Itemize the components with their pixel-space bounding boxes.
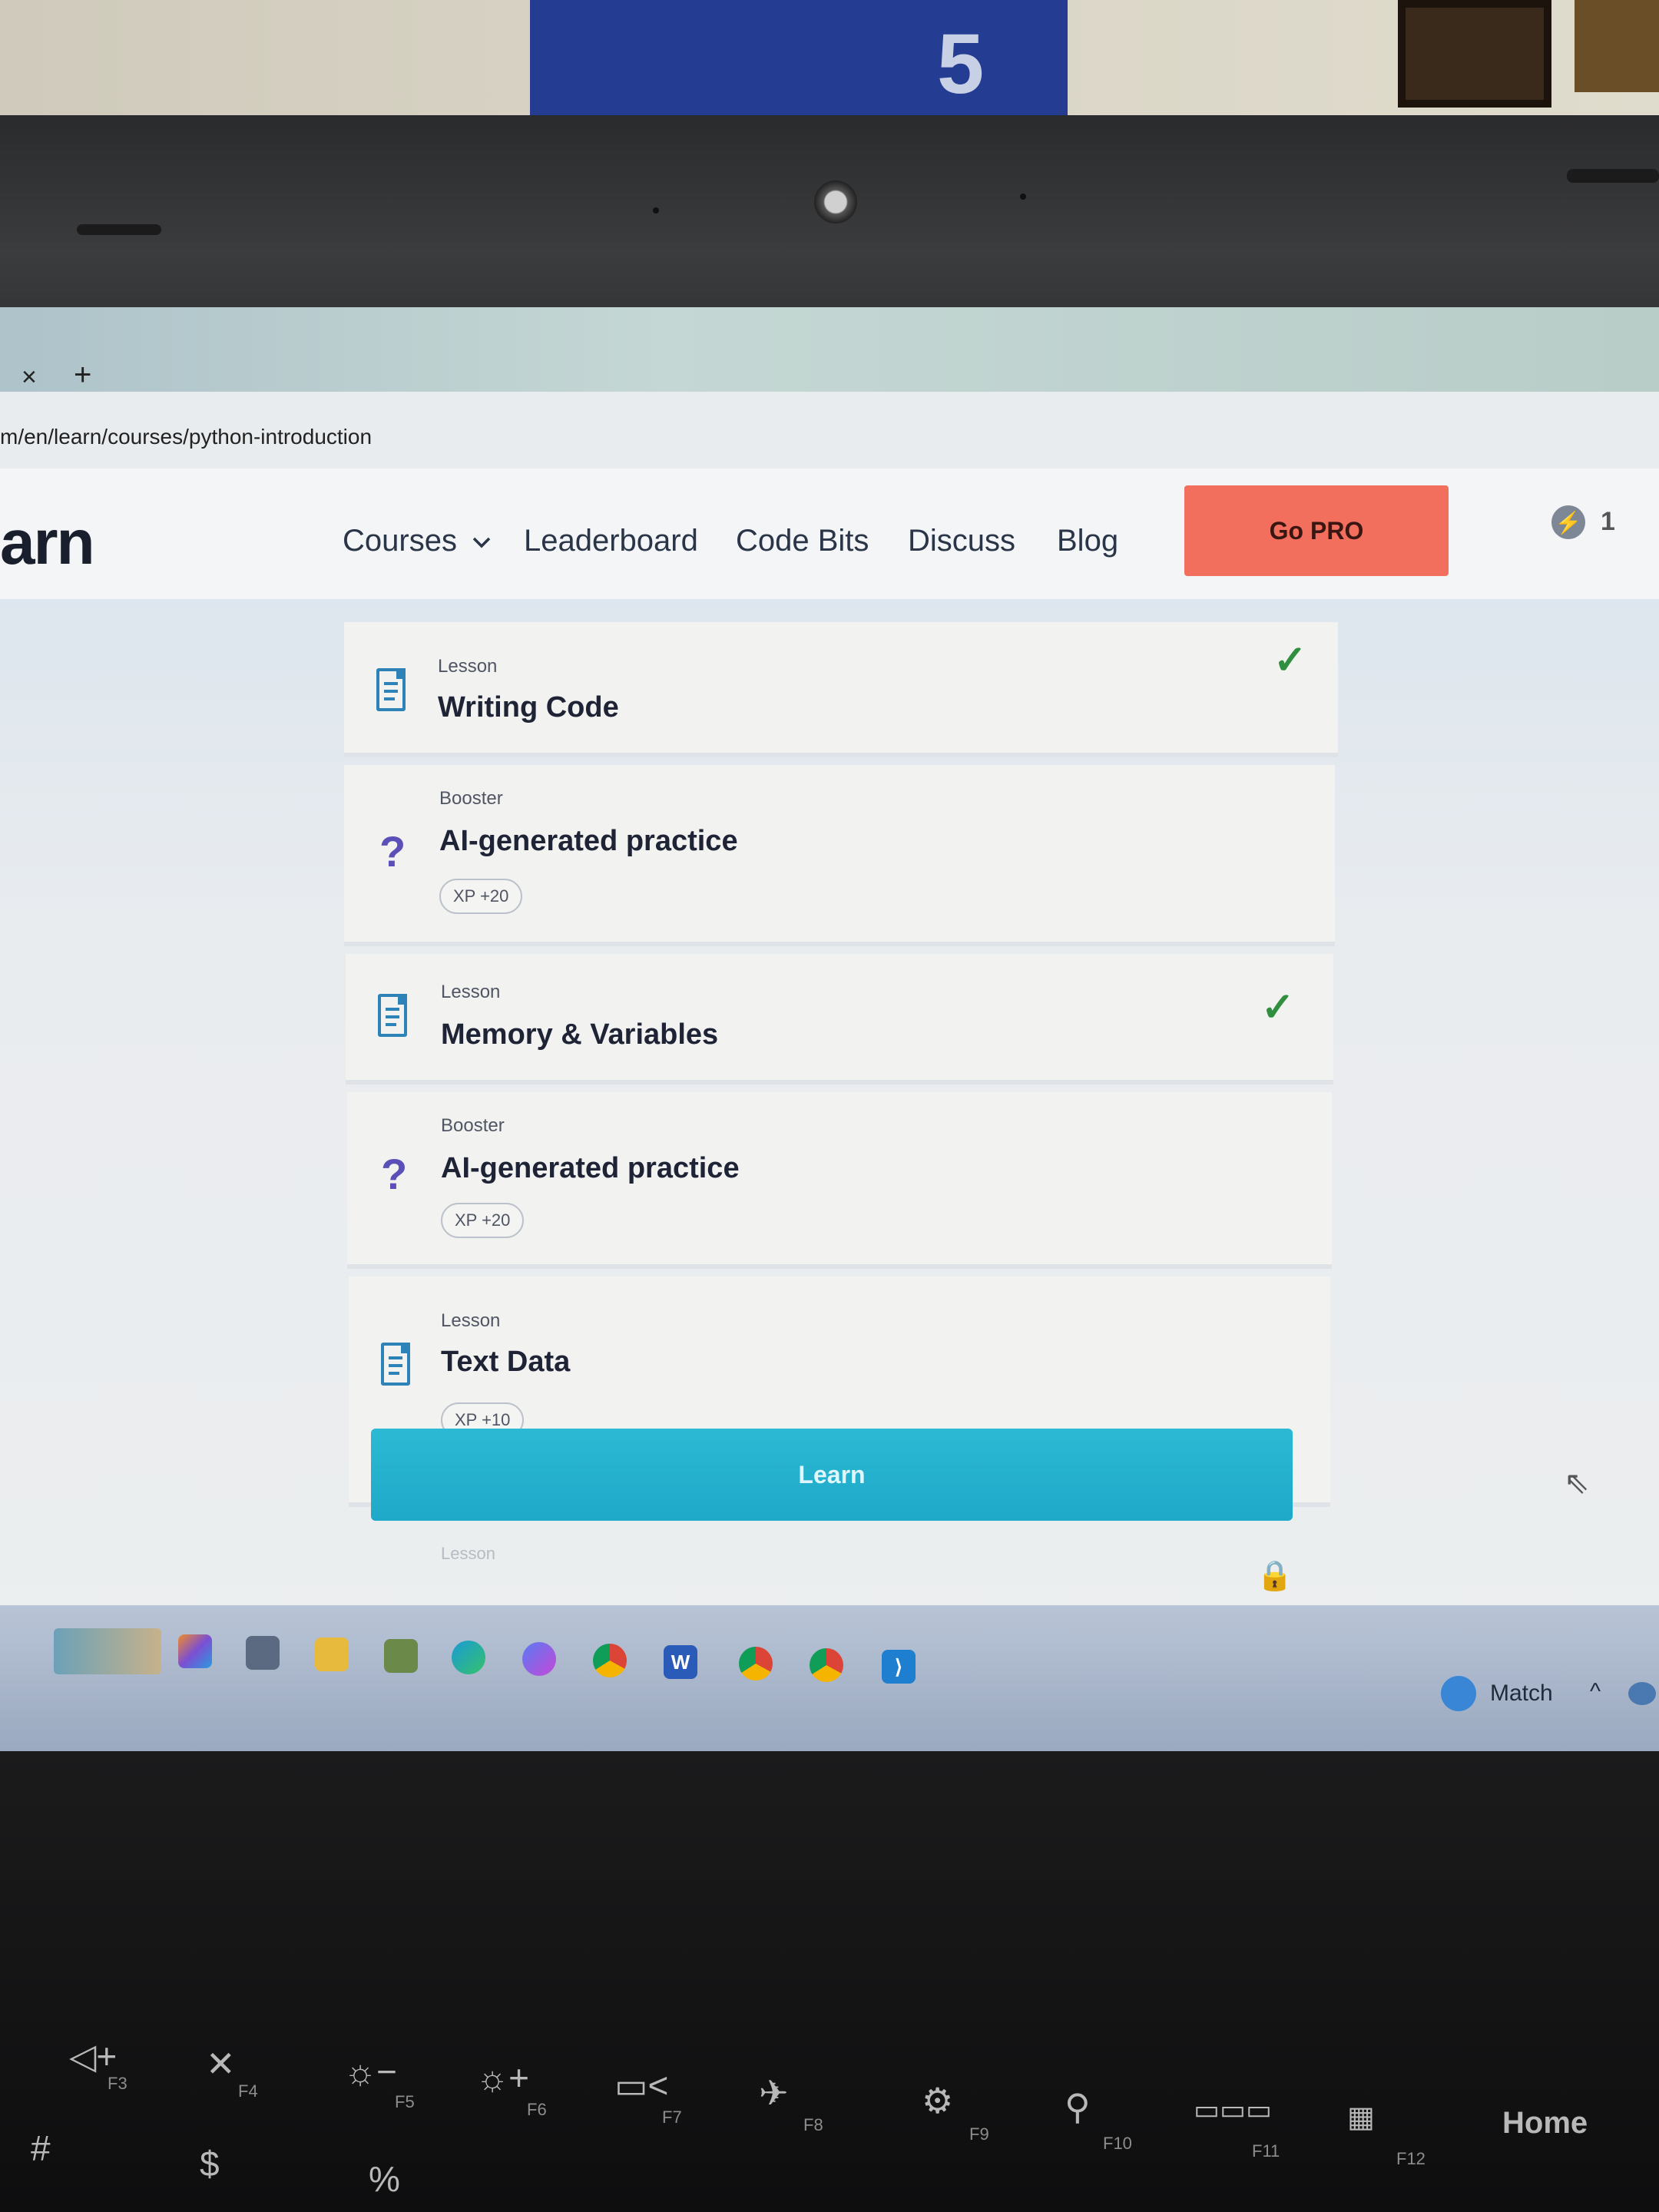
card-type-label: Booster bbox=[439, 788, 503, 809]
lesson-icon bbox=[376, 668, 406, 711]
site-header: arn Courses Leaderboard Code Bits Discus… bbox=[0, 469, 1659, 599]
booster-card[interactable]: ? Booster AI-generated practice XP +20 bbox=[347, 1092, 1332, 1269]
display-switch-icon[interactable]: ▭< bbox=[614, 2065, 668, 2106]
url-text: m/en/learn/courses/python-introduction bbox=[0, 425, 373, 449]
lesson-card[interactable]: Lesson Memory & Variables ✓ bbox=[346, 954, 1333, 1084]
card-type-label: Lesson bbox=[441, 982, 501, 1002]
nav-discuss[interactable]: Discuss bbox=[908, 524, 1015, 558]
nav-courses[interactable]: Courses bbox=[343, 524, 492, 558]
task-view-icon[interactable] bbox=[246, 1636, 280, 1670]
home-key-label[interactable]: Home bbox=[1502, 2106, 1588, 2141]
vscode-icon[interactable]: ⟩ bbox=[882, 1650, 916, 1684]
brightness-down-icon[interactable]: ☼− bbox=[344, 2051, 397, 2092]
search-icon[interactable]: ⚲ bbox=[1065, 2086, 1091, 2128]
card-title: Text Data bbox=[441, 1346, 571, 1378]
lesson-icon bbox=[381, 1343, 410, 1386]
f7-label: F7 bbox=[662, 2108, 682, 2127]
f8-label: F8 bbox=[803, 2115, 823, 2134]
f11-label: F11 bbox=[1252, 2141, 1280, 2161]
app-grid-icon[interactable]: ▦ bbox=[1347, 2100, 1375, 2134]
checkmark-icon: ✓ bbox=[1273, 638, 1307, 683]
nav-code-bits[interactable]: Code Bits bbox=[736, 524, 869, 558]
card-type-label: Booster bbox=[441, 1115, 505, 1136]
cloud-sync-icon[interactable] bbox=[1628, 1682, 1656, 1705]
weather-widget-icon[interactable] bbox=[54, 1628, 161, 1674]
chevron-down-icon bbox=[472, 538, 491, 548]
f4-label: F4 bbox=[238, 2081, 258, 2101]
booster-icon: ? bbox=[379, 827, 406, 876]
f6-label: F6 bbox=[527, 2100, 547, 2119]
jersey-number: 5 bbox=[937, 17, 985, 111]
mouse-cursor-icon: ⇖ bbox=[1564, 1466, 1590, 1500]
brightness-up-icon[interactable]: ☼+ bbox=[476, 2057, 529, 2098]
browser-tab-bar: × + bbox=[0, 307, 1659, 392]
messenger-icon[interactable] bbox=[522, 1642, 556, 1676]
match-widget-label[interactable]: Match bbox=[1490, 1681, 1553, 1707]
booster-icon: ? bbox=[381, 1150, 408, 1198]
snap-layout-icon[interactable]: ▭▭▭ bbox=[1194, 2094, 1272, 2126]
learn-button[interactable]: Learn bbox=[371, 1429, 1293, 1521]
card-title: Memory & Variables bbox=[441, 1018, 719, 1051]
xp-badge: XP +20 bbox=[439, 879, 523, 914]
mic-mute-icon[interactable]: ✕ bbox=[206, 2043, 236, 2085]
sensor-dot bbox=[1020, 194, 1026, 200]
go-pro-button[interactable]: Go PRO bbox=[1184, 485, 1449, 576]
checkmark-icon: ✓ bbox=[1261, 985, 1295, 1030]
lesson-card[interactable]: Lesson Writing Code ✓ bbox=[344, 622, 1338, 757]
nav-leaderboard[interactable]: Leaderboard bbox=[524, 524, 698, 558]
next-card-type-label: Lesson bbox=[441, 1544, 495, 1563]
word-icon[interactable]: W bbox=[664, 1645, 697, 1679]
chrome-profile-icon[interactable] bbox=[739, 1647, 773, 1681]
card-type-label: Lesson bbox=[441, 1310, 501, 1331]
bolt-icon[interactable]: ⚡ bbox=[1551, 505, 1585, 539]
bezel-slot bbox=[1567, 169, 1659, 183]
tab-close-icon[interactable]: × bbox=[22, 363, 37, 392]
card-title: Writing Code bbox=[438, 691, 619, 724]
edge-icon[interactable] bbox=[452, 1641, 485, 1674]
webcam bbox=[814, 180, 857, 224]
percent-key-icon[interactable]: % bbox=[369, 2158, 400, 2200]
booster-card[interactable]: ? Booster AI-generated practice XP +20 bbox=[344, 765, 1335, 946]
windows-taskbar: W ⟩ Match ^ bbox=[0, 1605, 1659, 1751]
f9-label: F9 bbox=[969, 2124, 989, 2144]
laptop-keyboard: ◁+ F3 ✕ F4 ☼− F5 ☼+ F6 ▭< F7 ✈ F8 ⚙ F9 ⚲… bbox=[0, 1751, 1659, 2212]
file-explorer-icon[interactable] bbox=[315, 1637, 349, 1671]
sensor-dot bbox=[653, 207, 659, 214]
new-tab-button[interactable]: + bbox=[74, 358, 91, 392]
lock-icon: 🔒 bbox=[1257, 1560, 1293, 1592]
picture-frame bbox=[1575, 0, 1659, 92]
card-title: AI-generated practice bbox=[439, 825, 738, 857]
match-widget-icon[interactable] bbox=[1441, 1676, 1476, 1711]
bolt-count: 1 bbox=[1601, 507, 1615, 536]
nav-blog[interactable]: Blog bbox=[1057, 524, 1118, 558]
lesson-icon bbox=[378, 994, 407, 1037]
volume-up-icon[interactable]: ◁+ bbox=[69, 2035, 117, 2077]
copilot-icon[interactable] bbox=[178, 1634, 212, 1668]
hash-key-icon[interactable]: # bbox=[31, 2128, 51, 2169]
f5-label: F5 bbox=[395, 2092, 415, 2111]
chrome-profile-icon[interactable] bbox=[810, 1648, 843, 1682]
card-type-label: Lesson bbox=[438, 656, 498, 677]
app-icon[interactable] bbox=[384, 1639, 418, 1673]
card-title: AI-generated practice bbox=[441, 1152, 740, 1184]
course-content: Lesson Writing Code ✓ ? Booster AI-gener… bbox=[0, 599, 1659, 1751]
chrome-icon[interactable] bbox=[593, 1644, 627, 1677]
airplane-mode-icon[interactable]: ✈ bbox=[759, 2072, 789, 2114]
bezel-slot bbox=[77, 224, 161, 235]
f12-label: F12 bbox=[1396, 2149, 1426, 2168]
site-logo[interactable]: arn bbox=[0, 507, 95, 579]
tray-chevron-up-icon[interactable]: ^ bbox=[1590, 1679, 1601, 1705]
settings-gear-icon[interactable]: ⚙ bbox=[922, 2080, 953, 2121]
f10-label: F10 bbox=[1103, 2134, 1132, 2153]
f3-label: F3 bbox=[108, 2074, 127, 2093]
nav-courses-label: Courses bbox=[343, 524, 457, 558]
xp-badge: XP +20 bbox=[441, 1203, 525, 1238]
laptop-screen: × + m/en/learn/courses/python-introducti… bbox=[0, 307, 1659, 1751]
dollar-key-icon[interactable]: $ bbox=[200, 2143, 220, 2184]
picture-frame bbox=[1398, 0, 1551, 108]
address-bar[interactable]: m/en/learn/courses/python-introduction bbox=[0, 392, 1659, 470]
